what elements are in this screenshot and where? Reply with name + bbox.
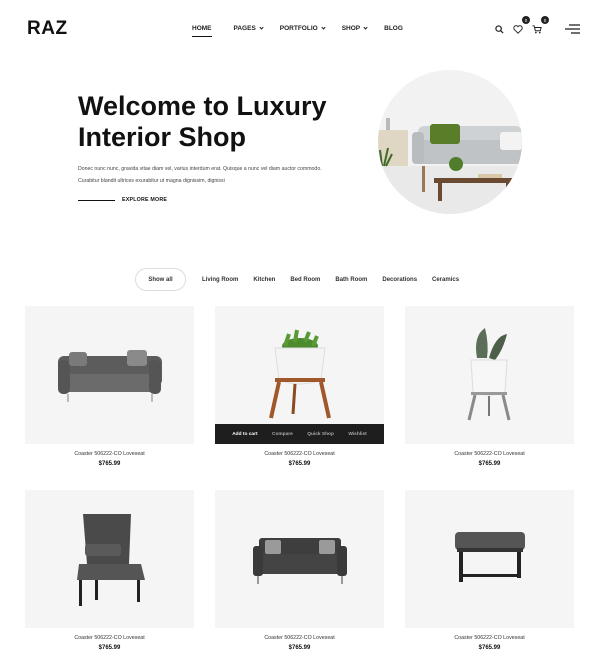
filter-kitchen[interactable]: Kitchen (253, 277, 275, 283)
explore-line-decoration (78, 199, 115, 201)
cart-icon[interactable]: 0 (530, 16, 549, 36)
product-card[interactable]: Add to cart Compare Quick Shop Wishlist … (215, 306, 384, 467)
product-price: $765.99 (288, 645, 311, 651)
explore-more-link[interactable]: EXPLORE MORE (78, 197, 167, 203)
hero-image (378, 70, 522, 214)
category-filters: Show all Living Room Kitchen Bed Room Ba… (135, 268, 459, 291)
header-actions: 0 0 (492, 16, 580, 36)
product-actions-bar: Add to cart Compare Quick Shop Wishlist (215, 424, 384, 444)
logo[interactable]: RAZ (27, 18, 68, 40)
product-image-chair[interactable] (25, 490, 194, 628)
wishlist-count-badge: 0 (522, 16, 530, 24)
nav-portfolio[interactable]: PORTFOLIO (280, 25, 326, 32)
product-image-loveseat[interactable] (215, 490, 384, 628)
filter-decorations[interactable]: Decorations (382, 277, 417, 283)
product-name[interactable]: Coaster 506222-CO Loveseat (405, 451, 574, 457)
product-price: $765.99 (98, 461, 121, 467)
chevron-down-icon (321, 25, 326, 30)
filter-living-room[interactable]: Living Room (202, 277, 238, 283)
product-price: $765.99 (98, 645, 121, 651)
product-price: $765.99 (478, 461, 501, 467)
add-to-cart-button[interactable]: Add to cart (232, 432, 257, 437)
heart-icon[interactable]: 0 (511, 16, 530, 36)
main-nav: HOME PAGES PORTFOLIO SHOP BLOG (192, 25, 403, 37)
quick-shop-button[interactable]: Quick Shop (307, 432, 334, 437)
product-image-plant-stand[interactable]: Add to cart Compare Quick Shop Wishlist (215, 306, 384, 444)
product-image-plant-pot[interactable] (405, 306, 574, 444)
chevron-down-icon (259, 25, 264, 30)
product-name[interactable]: Coaster 506222-CO Loveseat (25, 451, 194, 457)
product-card[interactable]: Coaster 506222-CO Loveseat $765.99 (405, 306, 574, 467)
product-image-sofa[interactable] (25, 306, 194, 444)
product-name[interactable]: Coaster 506222-CO Loveseat (215, 635, 384, 641)
filter-bath-room[interactable]: Bath Room (335, 277, 367, 283)
chevron-down-icon (363, 25, 368, 30)
product-name[interactable]: Coaster 506222-CO Loveseat (215, 451, 384, 457)
hero-description: Donec nunc nunc, gravida vitae diam vel,… (78, 166, 322, 184)
hero-title: Welcome to Luxury Interior Shop (78, 91, 327, 152)
product-name[interactable]: Coaster 506222-CO Loveseat (405, 635, 574, 641)
menu-icon[interactable] (564, 22, 580, 36)
filter-ceramics[interactable]: Ceramics (432, 277, 459, 283)
filter-bed-room[interactable]: Bed Room (290, 277, 320, 283)
product-card[interactable]: Coaster 506222-CO Loveseat $765.99 (405, 490, 574, 651)
product-name[interactable]: Coaster 506222-CO Loveseat (25, 635, 194, 641)
search-icon[interactable] (492, 22, 506, 36)
product-image-ottoman[interactable] (405, 490, 574, 628)
product-card[interactable]: Coaster 506222-CO Loveseat $765.99 (215, 490, 384, 651)
nav-shop[interactable]: SHOP (342, 25, 368, 32)
wishlist-button[interactable]: Wishlist (348, 432, 366, 437)
nav-blog[interactable]: BLOG (384, 25, 403, 32)
product-card[interactable]: Coaster 506222-CO Loveseat $765.99 (25, 490, 194, 651)
product-price: $765.99 (288, 461, 311, 467)
cart-count-badge: 0 (541, 16, 549, 24)
filter-show-all[interactable]: Show all (135, 268, 186, 291)
compare-button[interactable]: Compare (272, 432, 293, 437)
product-price: $765.99 (478, 645, 501, 651)
nav-home[interactable]: HOME (192, 25, 212, 37)
nav-pages[interactable]: PAGES (234, 25, 264, 32)
product-card[interactable]: Coaster 506222-CO Loveseat $765.99 (25, 306, 194, 467)
